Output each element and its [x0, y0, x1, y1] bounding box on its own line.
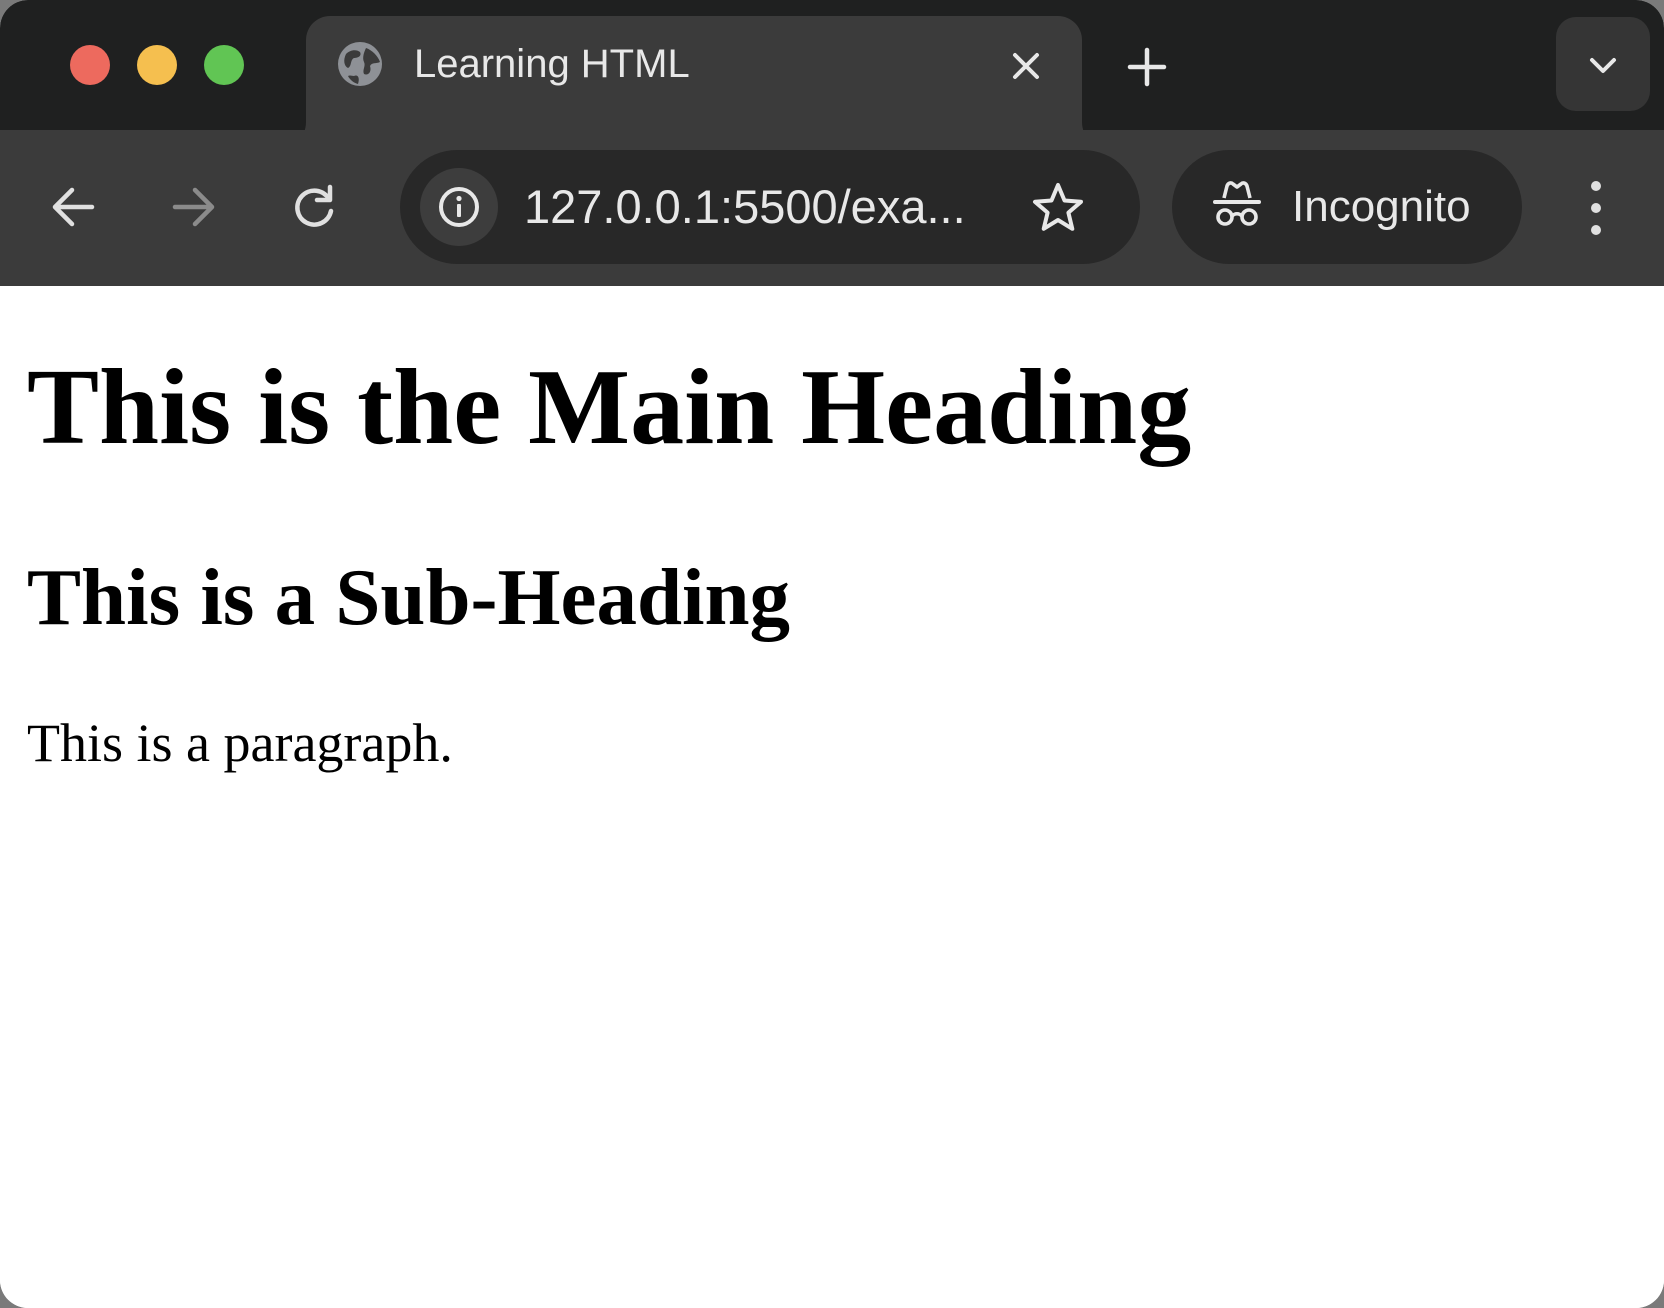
address-bar[interactable]: 127.0.0.1:5500/exa...	[400, 150, 1140, 264]
chevron-down-icon	[1590, 58, 1616, 73]
page-content: This is the Main Heading This is a Sub-H…	[0, 286, 1664, 1308]
incognito-label: Incognito	[1292, 182, 1471, 231]
browser-window: Learning HTML 127.0.0.1:5500/exa... Inco…	[0, 0, 1664, 1308]
tab-search-button[interactable]	[1556, 17, 1650, 111]
url-text[interactable]: 127.0.0.1:5500/exa...	[524, 181, 966, 233]
reload-icon[interactable]	[284, 177, 344, 237]
incognito-profile-button[interactable]: Incognito	[1172, 150, 1522, 264]
paragraph: This is a paragraph.	[27, 713, 453, 773]
sub-heading: This is a Sub-Heading	[27, 552, 791, 642]
main-heading: This is the Main Heading	[27, 348, 1192, 467]
tab-strip: Learning HTML	[0, 0, 1664, 150]
minimize-window-button[interactable]	[137, 45, 177, 85]
browser-toolbar: 127.0.0.1:5500/exa... Incognito	[0, 130, 1664, 286]
zoom-window-button[interactable]	[204, 45, 244, 85]
site-info-button[interactable]	[420, 168, 498, 246]
kebab-menu-icon[interactable]	[1574, 176, 1618, 240]
back-arrow-icon[interactable]	[44, 177, 104, 237]
close-window-button[interactable]	[70, 45, 110, 85]
close-tab-icon[interactable]	[1006, 46, 1046, 86]
incognito-icon	[1213, 181, 1261, 226]
star-icon[interactable]	[1030, 180, 1086, 236]
info-icon	[439, 187, 479, 227]
forward-arrow-icon[interactable]	[163, 177, 223, 237]
globe-icon	[338, 42, 382, 86]
tab-title: Learning HTML	[414, 42, 690, 86]
new-tab-icon[interactable]	[1122, 42, 1172, 92]
